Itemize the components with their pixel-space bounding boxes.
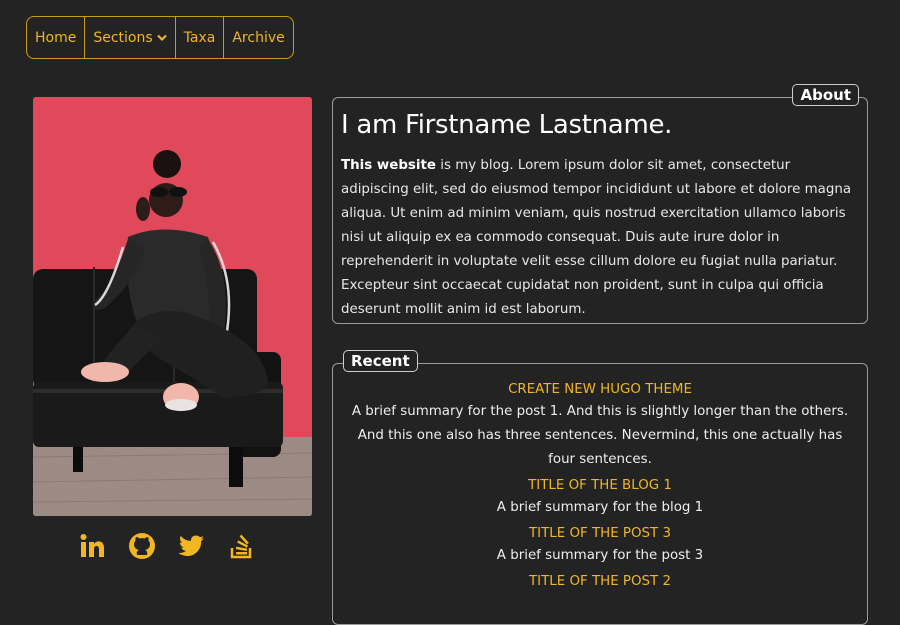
about-text: This website is my blog. Lorem ipsum dol… — [341, 154, 859, 322]
linkedin-icon[interactable] — [78, 532, 106, 560]
post-summary: A brief summary for the blog 1 — [496, 500, 704, 515]
list-item: CREATE NEW HUGO THEME A brief summary fo… — [333, 380, 867, 472]
nav-archive[interactable]: Archive — [224, 17, 292, 58]
nav-sections-label: Sections — [93, 29, 153, 46]
about-card: About I am Firstname Lastname. This webs… — [332, 84, 868, 324]
recent-card: Recent CREATE NEW HUGO THEME A brief sum… — [332, 350, 868, 625]
post-title-link[interactable]: TITLE OF THE BLOG 1 — [333, 476, 867, 496]
chevron-down-icon — [156, 31, 167, 45]
post-title-link[interactable]: CREATE NEW HUGO THEME — [333, 380, 867, 400]
github-icon[interactable] — [128, 532, 156, 560]
twitter-icon[interactable] — [178, 532, 206, 560]
nav-taxa[interactable]: Taxa — [176, 17, 225, 58]
main-nav: Home Sections Taxa Archive — [26, 16, 294, 59]
nav-home[interactable]: Home — [27, 17, 86, 58]
about-intro-rest: is my blog. Lorem ipsum dolor sit amet, … — [341, 158, 852, 317]
about-intro-bold: This website — [341, 158, 436, 173]
list-item: TITLE OF THE POST 3 A brief summary for … — [333, 524, 867, 568]
nav-taxa-label: Taxa — [183, 29, 216, 46]
post-summary: A brief summary for the post 1. And this… — [351, 404, 849, 467]
stackoverflow-icon[interactable] — [228, 532, 256, 560]
list-item: TITLE OF THE POST 2 — [333, 572, 867, 592]
nav-archive-label: Archive — [232, 29, 285, 46]
list-item: TITLE OF THE BLOG 1 A brief summary for … — [333, 476, 867, 520]
post-title-link[interactable]: TITLE OF THE POST 2 — [333, 572, 867, 592]
nav-sections[interactable]: Sections — [85, 17, 176, 58]
post-title-link[interactable]: TITLE OF THE POST 3 — [333, 524, 867, 544]
profile-photo — [33, 97, 312, 516]
social-links — [78, 532, 256, 560]
recent-legend: Recent — [343, 350, 418, 372]
about-legend: About — [792, 84, 859, 106]
page-title: I am Firstname Lastname. — [341, 110, 673, 140]
nav-home-label: Home — [35, 29, 77, 46]
post-summary: A brief summary for the post 3 — [496, 548, 704, 563]
recent-posts-list: CREATE NEW HUGO THEME A brief summary fo… — [333, 380, 867, 592]
